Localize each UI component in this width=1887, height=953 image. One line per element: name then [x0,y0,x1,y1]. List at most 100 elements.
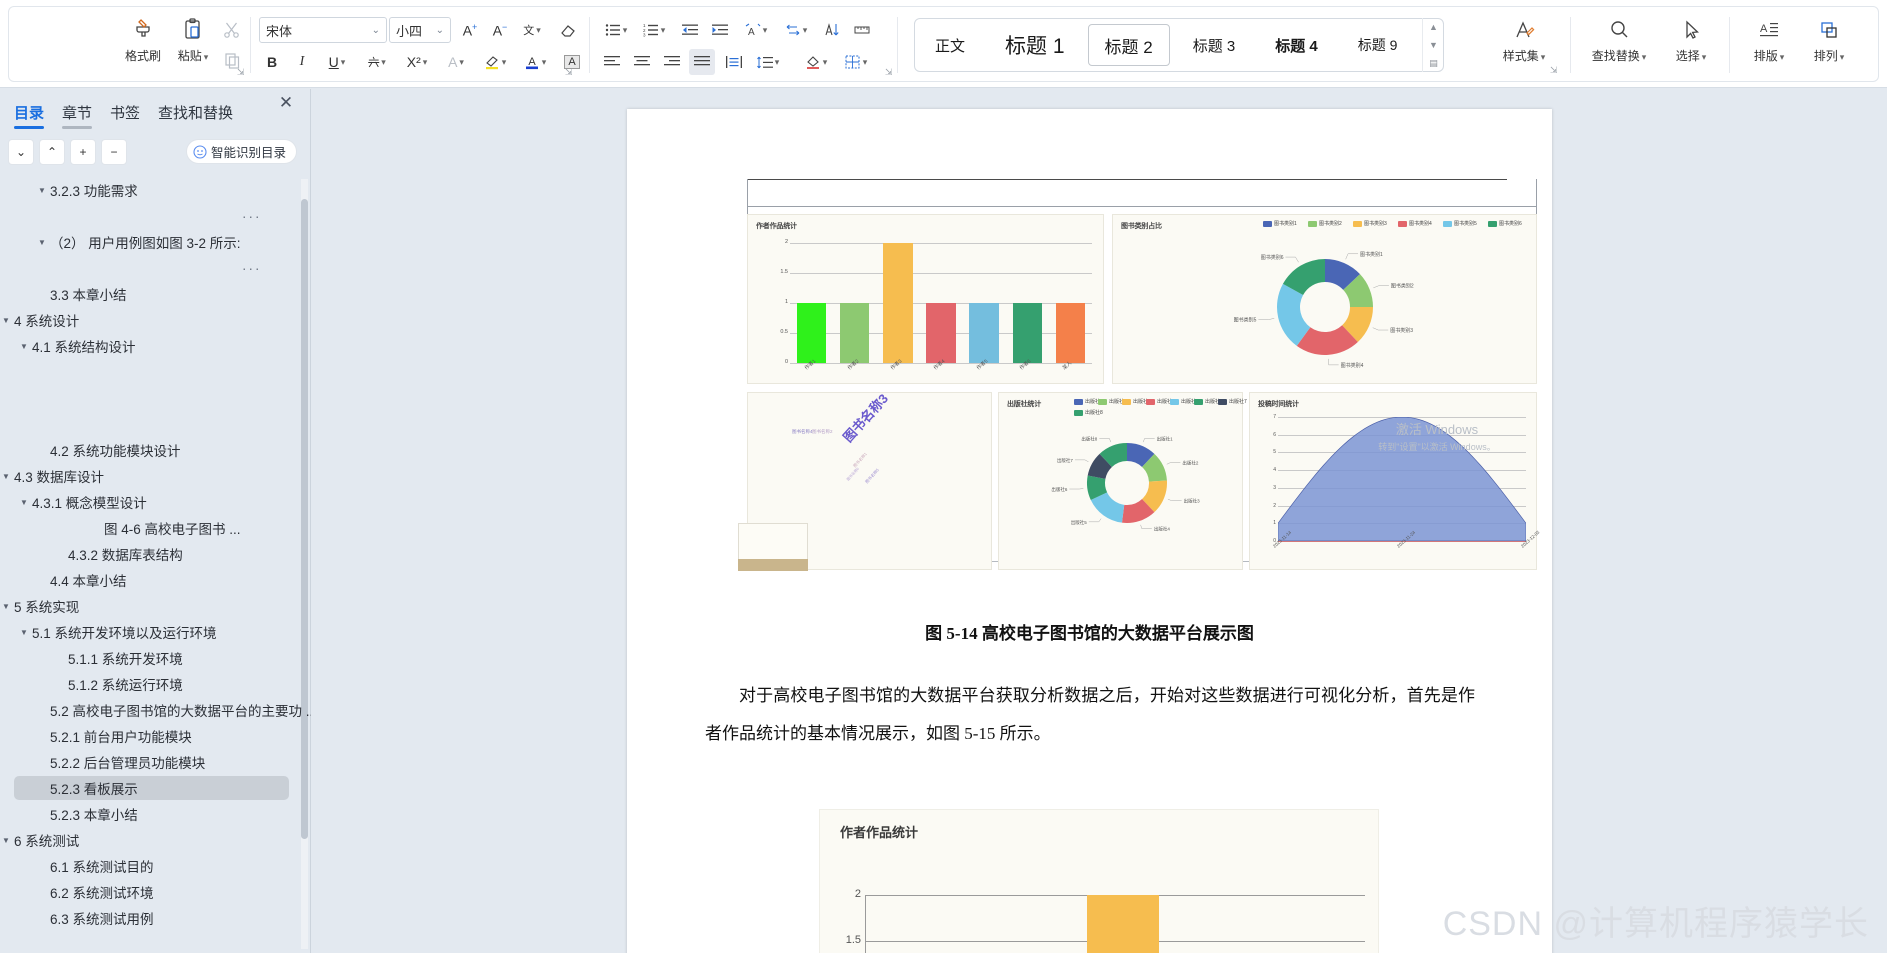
strikethrough-button[interactable]: 六 ▾ [359,49,395,75]
collapse-all-button[interactable]: ⌃ [39,139,65,165]
style-item-1[interactable]: 标题 1 [988,24,1082,66]
smart-toc-button[interactable]: 智能识别目录 [185,139,297,164]
toc-expand-triangle-icon[interactable]: ▼ [0,316,12,325]
toc-item-selected[interactable]: 5.2.3 看板展示 [0,775,311,801]
toc-item[interactable]: 图 4-6 高校电子图书 ... [0,515,311,541]
scroll-down-icon[interactable]: ▼ [1429,40,1438,50]
underline-button[interactable]: U ▾ [319,49,355,75]
paragraph-dialog-launcher[interactable]: ⇲ [885,67,893,78]
toc-item[interactable]: 5.2.1 前台用户功能模块 [0,723,311,749]
toc-item[interactable]: 3.3 本章小结 [0,281,311,307]
toc-item[interactable]: ▼ 4.3 数据库设计 [0,463,311,489]
increase-level-button[interactable]: + [70,139,96,165]
toc-item[interactable]: ▼ 3.2.3 功能需求 [0,177,311,203]
clipboard-dialog-launcher[interactable]: ⇲ [237,67,245,78]
toc-item[interactable]: 5.2.3 本章小结 [0,801,311,827]
find-replace-button[interactable]: 查找替换 ▾ [1584,15,1654,64]
superscript-button[interactable]: X² ▾ [399,49,435,75]
bold-button[interactable]: B [259,49,285,75]
align-left-button[interactable] [599,49,625,75]
toc-expand-triangle-icon[interactable]: ▼ [0,472,12,481]
toc-item[interactable]: ▼ 5 系统实现 [0,593,311,619]
style-gallery[interactable]: 正文 标题 1 标题 2 标题 3 标题 4 标题 9 [914,18,1444,72]
toc-item[interactable]: ▼ 4.1 系统结构设计 [0,333,311,359]
toc-expand-triangle-icon[interactable]: ▼ [36,238,48,247]
typeset-button[interactable]: A 排版 ▾ [1742,15,1796,64]
toc-expand-triangle-icon[interactable]: ▼ [36,186,48,195]
show-marks-button[interactable] [849,17,875,43]
align-justify-button[interactable] [689,49,715,75]
font-dialog-launcher[interactable]: ⇲ [565,67,573,78]
expand-all-button[interactable]: ⌄ [8,139,34,165]
toc-item[interactable]: ▼ 6 系统测试 [0,827,311,853]
toc-item[interactable]: 4.2 系统功能模块设计 [0,437,311,463]
select-button[interactable]: 选择 ▾ [1664,15,1718,64]
toc-item[interactable]: ▼ 4.3.1 概念模型设计 [0,489,311,515]
borders-button[interactable]: ▾ [839,49,873,75]
toc-item[interactable]: ▼ 4 系统设计 [0,307,311,333]
font-name-combobox[interactable]: 宋体 ⌄ [259,17,387,43]
style-item-5[interactable]: 标题 9 [1341,24,1415,66]
sidebar-tab-bookmarks[interactable]: 书签 [110,98,140,126]
paste-button[interactable]: 粘贴 ▾ [167,15,219,64]
clear-format-button[interactable] [555,17,581,43]
document-page[interactable]: 作者作品统计 0 0.5 1 1.5 2 作者1 作者2 作者3 作者4 作者5 作者6 某人 图书类… [627,109,1552,953]
text-direction-button[interactable]: A ▾ [739,17,773,43]
sidebar-tab-chapters[interactable]: 章节 [62,98,93,129]
styleset-dialog-launcher[interactable]: ⇲ [1550,65,1558,76]
toc-list[interactable]: ▼ 3.2.3 功能需求 ··· ▼ （2） 用户用例图如图 3-2 所示: ··· 3.3… [0,177,311,953]
align-center-button[interactable] [629,49,655,75]
format-brush-button[interactable]: 格式刷 [119,15,167,64]
decrease-level-button[interactable]: − [101,139,127,165]
font-color-button[interactable]: A ▾ [517,49,553,75]
align-right-button[interactable] [659,49,685,75]
toc-item[interactable]: ▼ （2） 用户用例图如图 3-2 所示: [0,229,311,255]
italic-button[interactable]: I [289,49,315,75]
sidebar-tab-find-replace[interactable]: 查找和替换 [158,98,233,126]
text-wrap-button[interactable]: ▾ [779,17,813,43]
toc-expand-triangle-icon[interactable]: ▼ [0,602,12,611]
char-shading-button[interactable]: A ▾ [439,49,473,75]
increase-indent-button[interactable] [707,17,733,43]
style-set-button[interactable]: 样式集 ▾ [1494,15,1554,64]
toc-item[interactable]: 5.1.1 系统开发环境 [0,645,311,671]
arrange-button[interactable]: 排列 ▾ [1802,15,1856,64]
style-item-4[interactable]: 标题 4 [1258,24,1335,66]
toc-item[interactable]: 5.2.2 后台管理员功能模块 [0,749,311,775]
toc-item[interactable] [0,359,311,385]
font-size-combobox[interactable]: 小四 ⌄ [389,17,451,43]
toc-item[interactable]: 4.4 本章小结 [0,567,311,593]
shrink-font-button[interactable]: A− [487,17,513,43]
scroll-up-icon[interactable]: ▲ [1429,22,1438,32]
toc-expand-triangle-icon[interactable]: ▼ [18,628,30,637]
toc-expand-triangle-icon[interactable]: ▼ [18,342,30,351]
style-item-2[interactable]: 标题 2 [1087,24,1170,66]
decrease-indent-button[interactable] [677,17,703,43]
highlight-button[interactable]: ▾ [477,49,513,75]
toc-item[interactable]: ··· [0,255,311,281]
toc-item[interactable]: ··· [0,203,311,229]
toc-expand-triangle-icon[interactable]: ▼ [0,836,12,845]
close-icon[interactable]: ✕ [276,93,296,113]
style-item-3[interactable]: 标题 3 [1176,24,1253,66]
style-item-0[interactable]: 正文 [918,24,982,66]
toc-item[interactable]: 5.2 高校电子图书馆的大数据平台的主要功 ... [0,697,311,723]
toc-item[interactable]: 6.1 系统测试目的 [0,853,311,879]
toc-item[interactable]: 6.2 系统测试环境 [0,879,311,905]
grow-font-button[interactable]: A+ [457,17,483,43]
distribute-button[interactable] [721,49,747,75]
sidebar-tab-toc[interactable]: 目录 [14,98,45,129]
shading-button[interactable]: ▾ [799,49,833,75]
toc-item[interactable]: 4.3.2 数据库表结构 [0,541,311,567]
expand-gallery-icon[interactable]: ▤ [1429,58,1438,68]
toc-item[interactable] [0,385,311,411]
toc-item[interactable] [0,411,311,437]
numbered-list-button[interactable]: 1 2 3 ▾ [637,17,671,43]
bullet-list-button[interactable]: ▾ [599,17,633,43]
line-spacing-button[interactable]: ▾ [751,49,785,75]
toc-item[interactable]: 5.1.2 系统运行环境 [0,671,311,697]
document-canvas[interactable]: 作者作品统计 0 0.5 1 1.5 2 作者1 作者2 作者3 作者4 作者5 作者6 某人 图书类… [311,89,1887,953]
pinyin-guide-button[interactable]: 文 ▾ [515,17,549,43]
sort-button[interactable] [819,17,845,43]
toc-expand-triangle-icon[interactable]: ▼ [18,498,30,507]
